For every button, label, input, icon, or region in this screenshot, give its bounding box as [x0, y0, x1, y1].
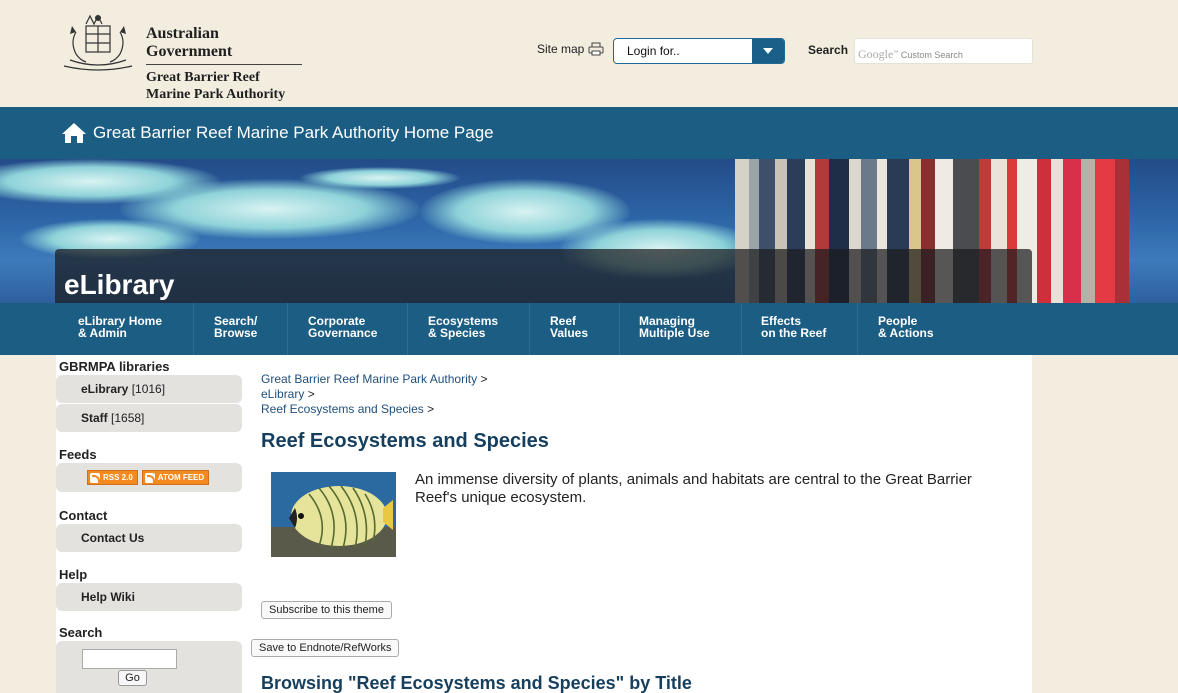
theme-intro-text: An immense diversity of plants, animals … — [415, 471, 972, 506]
nav-search-browse[interactable]: Search/ Browse — [194, 303, 288, 355]
sidebar-item-count: [1658] — [111, 411, 145, 425]
home-page-link[interactable]: Great Barrier Reef Marine Park Authority… — [0, 107, 1178, 159]
agency-name-line1: Great Barrier Reef — [146, 70, 260, 85]
sitemap-label: Site map — [537, 42, 585, 56]
atom-feed-label: ATOM FEED — [157, 473, 205, 482]
sitemap-link[interactable]: Site map — [537, 42, 604, 56]
nav-reef-values[interactable]: Reef Values — [530, 303, 620, 355]
site-header: Australian Government Great Barrier Reef… — [0, 0, 1178, 107]
contact-us-button[interactable]: Contact Us — [56, 524, 242, 552]
elibrary-title: eLibrary — [64, 269, 175, 300]
nav-label: Browse — [214, 326, 258, 340]
libraries-heading: GBRMPA libraries — [59, 359, 170, 374]
gov-title: Australian Government — [146, 25, 302, 65]
agency-brand[interactable]: Australian Government Great Barrier Reef… — [146, 25, 302, 103]
help-wiki-button[interactable]: Help Wiki — [56, 583, 242, 611]
nav-people-actions[interactable]: People & Actions — [858, 303, 1032, 355]
search-placeholder: Custom Search — [900, 50, 963, 60]
login-select-value: Login for.. — [627, 44, 680, 58]
atom-feed-button[interactable]: ATOM FEED — [141, 470, 210, 485]
elibrary-banner-panel: eLibrary — [55, 249, 1032, 303]
subscribe-theme-button[interactable]: Subscribe to this theme — [261, 601, 392, 619]
save-endnote-button[interactable]: Save to Endnote/RefWorks — [251, 639, 400, 657]
site-search-input[interactable]: Google™ Custom Search — [854, 38, 1033, 64]
nav-label: Governance — [308, 326, 378, 340]
nav-elibrary-home[interactable]: eLibrary Home & Admin — [56, 303, 194, 355]
sidebar-search-box: Go — [56, 641, 242, 693]
home-icon — [62, 123, 86, 143]
feeds-heading: Feeds — [59, 447, 97, 462]
sidebar-item-staff[interactable]: Staff [1658] — [56, 404, 242, 432]
crest-logo-icon[interactable] — [56, 10, 140, 72]
breadcrumb: Great Barrier Reef Marine Park Authority… — [261, 372, 487, 417]
nav-managing-multiple-use[interactable]: Managing Multiple Use — [620, 303, 742, 355]
reef-shape — [300, 167, 460, 189]
sidebar: GBRMPA libraries eLibrary [1016] Staff [… — [56, 355, 246, 693]
banner-image: eLibrary — [0, 159, 1178, 303]
butterflyfish-image — [271, 472, 396, 557]
printer-icon — [588, 42, 604, 56]
sidebar-search-heading: Search — [59, 625, 103, 640]
breadcrumb-link[interactable]: eLibrary — [261, 387, 304, 401]
breadcrumb-link[interactable]: Reef Ecosystems and Species — [261, 402, 424, 416]
breadcrumb-separator: > — [480, 372, 488, 386]
rss-icon — [90, 472, 100, 483]
atom-icon — [144, 472, 155, 483]
main-nav: eLibrary Home & Admin Search/ Browse Cor… — [0, 303, 1178, 355]
agency-name-line2: Marine Park Authority — [146, 87, 286, 102]
login-select-toggle[interactable] — [752, 39, 784, 63]
rss-feed-button[interactable]: RSS 2.0 — [87, 470, 138, 485]
sidebar-item-count: [1016] — [131, 382, 166, 396]
nav-label: & Admin — [78, 326, 127, 340]
login-select[interactable]: Login for.. — [613, 38, 785, 64]
sidebar-item-elibrary[interactable]: eLibrary [1016] — [56, 375, 242, 403]
breadcrumb-separator: > — [427, 402, 435, 416]
nav-effects-on-reef[interactable]: Effects on the Reef — [742, 303, 858, 355]
sidebar-item-label: Staff — [81, 411, 108, 425]
nav-ecosystems-species[interactable]: Ecosystems & Species — [408, 303, 530, 355]
chevron-down-icon — [763, 48, 773, 54]
sidebar-item-label: eLibrary — [81, 382, 129, 396]
feeds-box: RSS 2.0 ATOM FEED — [56, 463, 242, 492]
home-page-label: Great Barrier Reef Marine Park Authority… — [93, 123, 494, 142]
page-title: Reef Ecosystems and Species — [261, 430, 549, 452]
help-heading: Help — [59, 567, 88, 582]
nav-label: & Actions — [878, 326, 934, 340]
go-button[interactable]: Go — [118, 670, 147, 686]
nav-corporate-governance[interactable]: Corporate Governance — [288, 303, 408, 355]
breadcrumb-link[interactable]: Great Barrier Reef Marine Park Authority — [261, 372, 477, 386]
rss-feed-label: RSS 2.0 — [103, 473, 133, 482]
google-brand: Google — [858, 47, 894, 61]
breadcrumb-separator: > — [307, 387, 315, 401]
nav-label: on the Reef — [761, 326, 827, 340]
nav-label: Multiple Use — [639, 326, 710, 340]
search-label: Search — [808, 43, 849, 57]
nav-label: Values — [550, 326, 589, 340]
nav-label: & Species — [428, 326, 486, 340]
contact-heading: Contact — [59, 508, 108, 523]
sidebar-search-input[interactable] — [82, 649, 177, 669]
browse-heading: Browsing "Reef Ecosystems and Species" b… — [261, 673, 692, 693]
